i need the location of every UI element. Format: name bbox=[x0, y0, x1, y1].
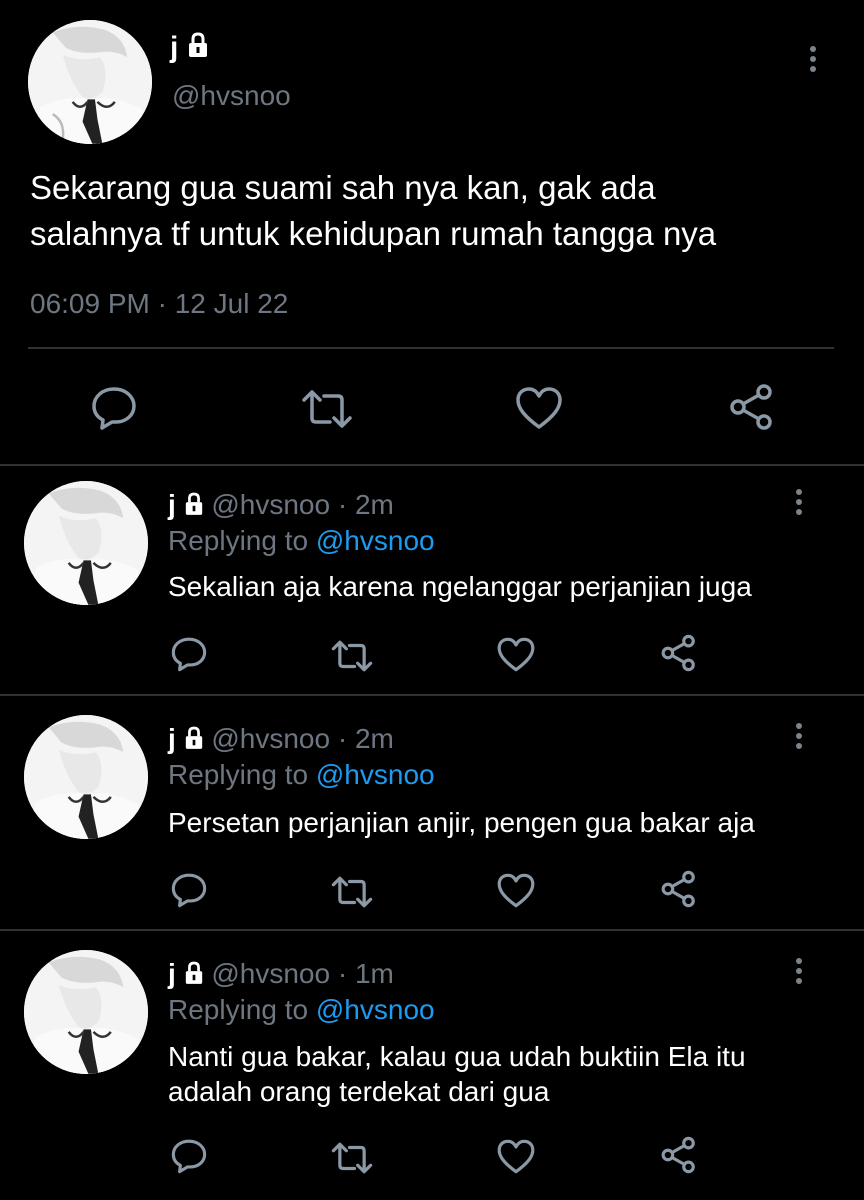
tweet-text-line: Nanti gua bakar, kalau gua udah buktiin … bbox=[168, 1041, 746, 1072]
lock-icon bbox=[184, 724, 204, 758]
reply-icon[interactable] bbox=[170, 636, 208, 672]
lock-icon bbox=[187, 31, 209, 67]
heart-icon[interactable] bbox=[496, 636, 536, 673]
avatar[interactable] bbox=[24, 481, 148, 605]
replying-to: Replying to @hvsnoo bbox=[168, 524, 435, 558]
lock-icon bbox=[184, 490, 204, 524]
avatar-image bbox=[24, 950, 148, 1074]
more-vertical-icon[interactable] bbox=[792, 489, 806, 519]
divider bbox=[0, 464, 864, 466]
reply-icon[interactable] bbox=[90, 385, 138, 431]
replying-handle-link[interactable]: @hvsnoo bbox=[316, 525, 435, 556]
display-name[interactable]: j bbox=[168, 958, 176, 989]
replying-label: Replying to bbox=[168, 759, 309, 790]
avatar[interactable] bbox=[24, 950, 148, 1074]
avatar-image bbox=[24, 715, 148, 839]
retweet-icon[interactable] bbox=[330, 1141, 374, 1175]
replying-to: Replying to @hvsnoo bbox=[168, 993, 435, 1027]
tweet-header: j @hvsnoo · 2m bbox=[168, 722, 394, 758]
tweet-text-line: Persetan perjanjian anjir, pengen gua ba… bbox=[168, 807, 755, 838]
display-name[interactable]: j bbox=[170, 30, 209, 67]
replying-label: Replying to bbox=[168, 525, 309, 556]
timestamp[interactable]: 06:09 PM · 12 Jul 22 bbox=[30, 288, 288, 320]
share-icon[interactable] bbox=[728, 383, 776, 431]
handle-time[interactable]: @hvsnoo · 2m bbox=[211, 723, 394, 754]
tweet-text-line: Sekarang gua suami sah nya kan, gak ada bbox=[30, 169, 656, 206]
replying-handle-link[interactable]: @hvsnoo bbox=[316, 759, 435, 790]
lock-icon bbox=[184, 959, 204, 993]
display-name[interactable]: j bbox=[168, 489, 176, 520]
display-name-text: j bbox=[170, 31, 179, 64]
more-vertical-icon[interactable] bbox=[792, 958, 806, 988]
heart-icon[interactable] bbox=[496, 872, 536, 909]
divider bbox=[28, 347, 834, 349]
divider bbox=[0, 929, 864, 931]
tweet-header: j @hvsnoo · 2m bbox=[168, 488, 394, 524]
handle[interactable]: @hvsnoo bbox=[172, 80, 291, 112]
replying-handle-link[interactable]: @hvsnoo bbox=[316, 994, 435, 1025]
avatar[interactable] bbox=[24, 715, 148, 839]
divider bbox=[0, 694, 864, 696]
share-icon[interactable] bbox=[660, 1136, 698, 1174]
replying-to: Replying to @hvsnoo bbox=[168, 758, 435, 792]
heart-icon[interactable] bbox=[496, 1138, 536, 1175]
tweet-text-line: adalah orang terdekat dari gua bbox=[168, 1076, 550, 1107]
reply-icon[interactable] bbox=[170, 1138, 208, 1174]
tweet-header: j @hvsnoo · 1m bbox=[168, 957, 394, 993]
more-vertical-icon[interactable] bbox=[792, 723, 806, 753]
reply-icon[interactable] bbox=[170, 872, 208, 908]
avatar-image bbox=[24, 481, 148, 605]
replying-label: Replying to bbox=[168, 994, 309, 1025]
more-vertical-icon[interactable] bbox=[806, 46, 820, 76]
share-icon[interactable] bbox=[660, 870, 698, 908]
avatar[interactable] bbox=[28, 20, 152, 144]
tweet-text-line: Sekalian aja karena ngelanggar perjanjia… bbox=[168, 571, 752, 602]
retweet-icon[interactable] bbox=[330, 639, 374, 673]
avatar-image bbox=[28, 20, 152, 144]
display-name[interactable]: j bbox=[168, 723, 176, 754]
retweet-icon[interactable] bbox=[330, 875, 374, 909]
handle-time[interactable]: @hvsnoo · 1m bbox=[211, 958, 394, 989]
share-icon[interactable] bbox=[660, 634, 698, 672]
handle-time[interactable]: @hvsnoo · 2m bbox=[211, 489, 394, 520]
tweet-text-line: salahnya tf untuk kehidupan rumah tangga… bbox=[30, 215, 717, 252]
retweet-icon[interactable] bbox=[300, 388, 354, 430]
heart-icon[interactable] bbox=[514, 385, 564, 431]
